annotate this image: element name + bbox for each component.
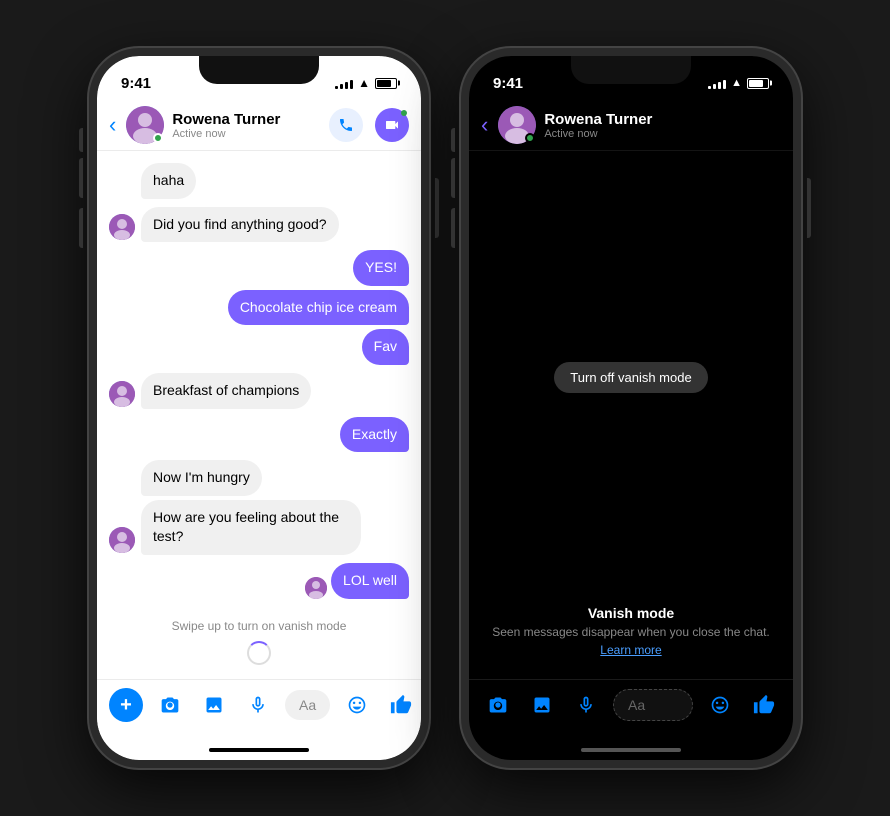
bubble-find-anything: Did you find anything good? — [141, 207, 339, 243]
message-row-1: haha — [109, 163, 409, 199]
phone-call-button[interactable] — [329, 108, 363, 142]
phone-frame-right: 9:41 ▲ ‹ — [461, 48, 801, 768]
message-row-8: Now I'm hungry — [109, 460, 409, 496]
time-right: 9:41 — [493, 75, 523, 92]
chat-header-left: ‹ Rowena Turner Active now — [97, 100, 421, 151]
contact-avatar-msg-1 — [109, 214, 135, 240]
message-row-4: Chocolate chip ice cream — [109, 290, 409, 326]
message-row-7: Exactly — [109, 417, 409, 453]
thumbs-up-button-right[interactable] — [747, 688, 781, 722]
contact-info-left: Rowena Turner Active now — [172, 111, 321, 140]
gallery-button-right[interactable] — [525, 688, 559, 722]
notch-right — [571, 56, 691, 84]
home-bar-left — [209, 748, 309, 752]
message-row-10: LOL well — [109, 563, 409, 599]
silent-switch-right — [451, 128, 455, 152]
signal-icon-right — [708, 77, 726, 89]
message-row-6: Breakfast of champions — [109, 373, 409, 409]
learn-more-link[interactable]: Learn more — [600, 643, 661, 657]
back-button-right[interactable]: ‹ — [481, 112, 488, 138]
avatar-container-right — [498, 106, 536, 144]
bubble-breakfast: Breakfast of champions — [141, 373, 311, 409]
message-input-left[interactable]: Aa — [285, 690, 330, 720]
screen-right: 9:41 ▲ ‹ — [469, 56, 793, 760]
contact-avatar-msg-3 — [109, 527, 135, 553]
back-button-left[interactable]: ‹ — [109, 112, 116, 138]
power-button-right — [807, 178, 811, 238]
message-row-3: YES! — [109, 250, 409, 286]
phone-frame-left: 9:41 ▲ ‹ — [89, 48, 429, 768]
contact-avatar-msg-2 — [109, 381, 135, 407]
phone-right: 9:41 ▲ ‹ — [461, 48, 801, 768]
toolbar-right: Aa — [469, 679, 793, 742]
contact-status-right: Active now — [544, 128, 781, 140]
vanish-spinner — [247, 641, 271, 665]
vanish-hint-text: Swipe up to turn on vanish mode — [172, 619, 347, 633]
status-icons-right: ▲ — [708, 77, 769, 89]
sent-avatar — [305, 577, 327, 599]
bubble-yes: YES! — [353, 250, 409, 286]
avatar-container-left — [126, 106, 164, 144]
video-call-button[interactable] — [375, 108, 409, 142]
bubble-lol: LOL well — [331, 563, 409, 599]
online-indicator-right — [525, 133, 535, 143]
vanish-mode-pill[interactable]: Turn off vanish mode — [554, 362, 707, 393]
contact-info-right: Rowena Turner Active now — [544, 111, 781, 140]
wifi-icon-right: ▲ — [731, 77, 742, 89]
messages-area-right: Turn off vanish mode Vanish mode Seen me… — [469, 151, 793, 679]
time-left: 9:41 — [121, 75, 151, 92]
wifi-icon-left: ▲ — [358, 76, 370, 90]
message-row-5: Fav — [109, 329, 409, 365]
vol-up-right — [451, 158, 455, 198]
messages-area-left: haha Did you find anything good? — [97, 151, 421, 679]
camera-button[interactable] — [153, 688, 187, 722]
chat-header-right: ‹ Rowena Turner Active now — [469, 100, 793, 151]
vol-down-left — [79, 208, 83, 248]
emoji-button-left[interactable] — [340, 688, 374, 722]
mic-button[interactable] — [241, 688, 275, 722]
home-bar-right — [581, 748, 681, 752]
vol-down-right — [451, 208, 455, 248]
status-icons-left: ▲ — [335, 76, 397, 90]
battery-icon-left — [375, 78, 397, 89]
battery-icon-right — [747, 78, 769, 89]
vanish-mode-description: Seen messages disappear when you close t… — [492, 625, 770, 639]
silent-switch-left — [79, 128, 83, 152]
bubble-choc: Chocolate chip ice cream — [228, 290, 409, 326]
bubble-test: How are you feeling about the test? — [141, 500, 361, 555]
emoji-button-right[interactable] — [703, 688, 737, 722]
online-indicator-left — [153, 133, 163, 143]
contact-name-right: Rowena Turner — [544, 111, 781, 128]
mic-button-right[interactable] — [569, 688, 603, 722]
signal-icon-left — [335, 77, 353, 89]
message-input-right[interactable]: Aa — [613, 689, 693, 721]
bubble-haha: haha — [141, 163, 196, 199]
camera-button-right[interactable] — [481, 688, 515, 722]
thumbs-up-button-left[interactable] — [384, 688, 418, 722]
notch-left — [199, 56, 319, 84]
vanish-info-section: Vanish mode Seen messages disappear when… — [482, 595, 780, 667]
vanish-hint: Swipe up to turn on vanish mode — [109, 603, 409, 673]
gallery-button[interactable] — [197, 688, 231, 722]
add-button[interactable]: + — [109, 688, 143, 722]
screen-left: 9:41 ▲ ‹ — [97, 56, 421, 760]
bubble-exactly: Exactly — [340, 417, 409, 453]
toolbar-left: + Aa — [97, 679, 421, 742]
header-actions-left — [329, 108, 409, 142]
phone-left: 9:41 ▲ ‹ — [89, 48, 429, 768]
contact-name-left: Rowena Turner — [172, 111, 321, 128]
contact-status-left: Active now — [172, 128, 321, 140]
vanish-mode-title: Vanish mode — [588, 605, 674, 621]
bubble-fav: Fav — [362, 329, 409, 365]
message-row-9: How are you feeling about the test? — [109, 500, 409, 555]
bubble-hungry: Now I'm hungry — [141, 460, 262, 496]
message-row-2: Did you find anything good? — [109, 207, 409, 243]
power-button-left — [435, 178, 439, 238]
vol-up-left — [79, 158, 83, 198]
